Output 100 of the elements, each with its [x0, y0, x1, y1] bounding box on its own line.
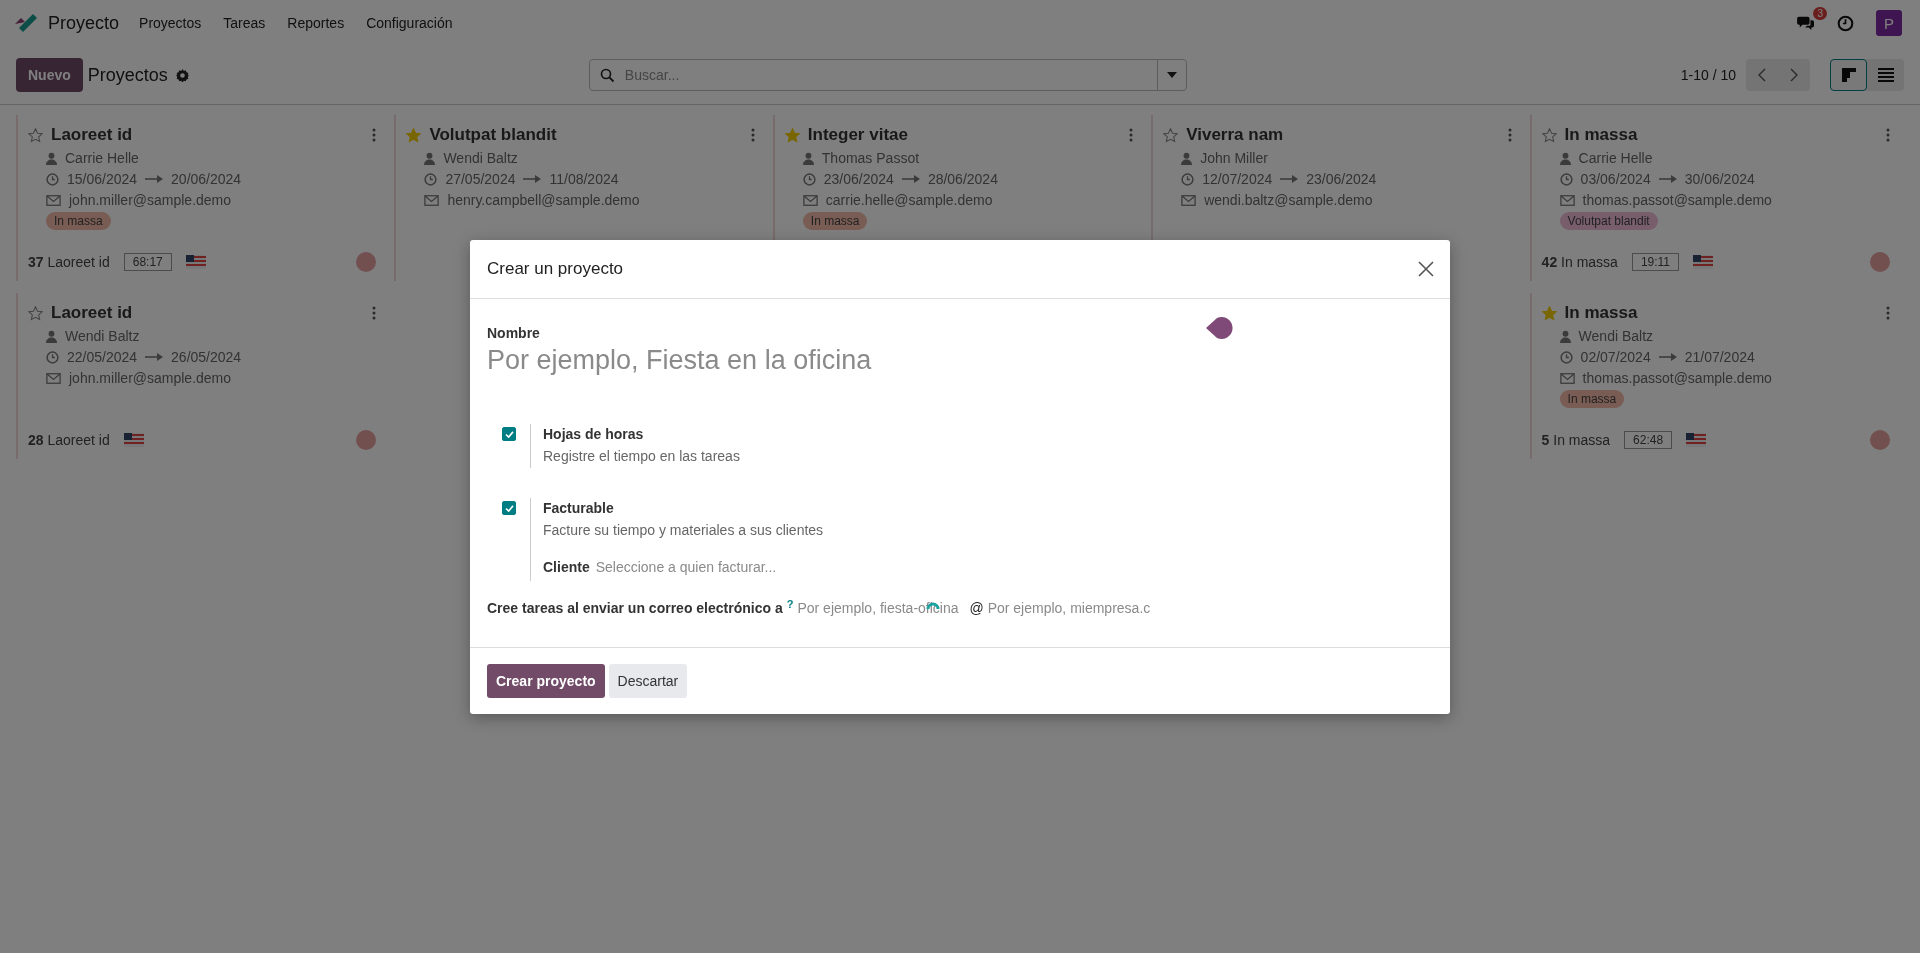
user-avatar[interactable]: P	[1876, 10, 1902, 36]
close-icon[interactable]	[1418, 261, 1434, 277]
filled-star-icon[interactable]	[406, 127, 422, 143]
tag: In massa	[1559, 390, 1625, 408]
start-date: 27/05/2024	[445, 171, 516, 187]
end-date: 20/06/2024	[171, 171, 242, 187]
project-title[interactable]: Integer vitae	[807, 125, 908, 145]
envelope-icon	[802, 194, 818, 206]
start-date: 22/05/2024	[67, 349, 138, 365]
gear-icon[interactable]	[175, 68, 189, 82]
page-title[interactable]: Proyectos	[87, 64, 168, 86]
flag-icon	[1693, 255, 1713, 269]
checkbox[interactable]	[502, 427, 516, 441]
end-date: 28/06/2024	[927, 171, 998, 187]
message-count-badge: 3	[1813, 7, 1827, 20]
star-icon[interactable]	[28, 127, 43, 143]
customer-name: Carrie Helle	[65, 150, 139, 166]
kanban-icon	[1840, 67, 1857, 83]
option-label: Hojas de horas	[543, 426, 645, 442]
kebab-menu-icon[interactable]	[750, 128, 755, 142]
kanban-view-button[interactable]	[1830, 59, 1867, 91]
kebab-menu-icon[interactable]	[372, 306, 377, 320]
customer-name: Wendi Baltz	[1578, 328, 1654, 344]
at-sign: @	[969, 600, 984, 616]
customer-name: Carrie Helle	[1578, 150, 1653, 166]
new-button[interactable]: Nuevo	[16, 58, 83, 92]
clock-icon	[424, 172, 438, 186]
star-icon[interactable]	[1541, 127, 1557, 143]
star-icon[interactable]	[1163, 127, 1179, 143]
arc-icon	[926, 600, 941, 609]
menu-item[interactable]: Reportes	[287, 15, 345, 31]
task-count-label[interactable]: 42 In massa	[1541, 254, 1618, 270]
email-address: john.miller@sample.demo	[69, 370, 232, 386]
chat-icon[interactable]	[1797, 15, 1815, 31]
kebab-menu-icon[interactable]	[1886, 128, 1890, 142]
menu-item[interactable]: Configuración	[366, 15, 453, 31]
discard-button[interactable]: Descartar	[608, 664, 688, 698]
field-label: Cree tareas al enviar un correo electrónico a	[487, 600, 783, 616]
email-address: thomas.passot@sample.demo	[1582, 370, 1772, 386]
menu-item[interactable]: Tareas	[223, 15, 266, 31]
start-date: 15/06/2024	[67, 171, 138, 187]
filled-star-icon[interactable]	[784, 127, 800, 143]
search-bar[interactable]: Buscar...	[588, 59, 1187, 91]
task-count-label[interactable]: 5 In massa	[1541, 432, 1611, 448]
project-title[interactable]: In massa	[1564, 303, 1638, 323]
end-date: 26/05/2024	[171, 349, 242, 365]
flag-icon	[185, 255, 206, 269]
person-icon	[46, 329, 57, 343]
task-count-label[interactable]: 37 Laoreet id	[28, 254, 110, 270]
time-badge: 62:48	[1624, 431, 1673, 449]
list-icon	[1877, 68, 1894, 82]
pager-value[interactable]: 1-10 / 10	[1680, 67, 1736, 83]
customer-name: Thomas Passot	[821, 150, 920, 166]
customer-name: John Miller	[1200, 150, 1268, 166]
filled-star-icon[interactable]	[1541, 305, 1557, 321]
person-icon	[46, 151, 57, 165]
checkbox[interactable]	[502, 501, 516, 515]
menu-item[interactable]: Proyectos	[139, 15, 202, 31]
end-date: 30/06/2024	[1684, 171, 1755, 187]
clock-icon	[46, 172, 59, 186]
clock-icon	[1559, 172, 1573, 186]
project-title[interactable]: Laoreet id	[51, 125, 133, 145]
project-title[interactable]: Volutpat blandit	[429, 125, 557, 145]
kebab-menu-icon[interactable]	[372, 128, 377, 142]
tag: Volutpat blandit	[1559, 212, 1658, 230]
tag: In massa	[46, 212, 111, 230]
end-date: 11/08/2024	[549, 171, 619, 187]
flag-icon	[1686, 433, 1707, 447]
clock-icon[interactable]	[1837, 14, 1854, 32]
kebab-menu-icon[interactable]	[1886, 306, 1890, 320]
email-address: thomas.passot@sample.demo	[1582, 192, 1772, 208]
kebab-menu-icon[interactable]	[1129, 128, 1134, 142]
help-tooltip[interactable]: ?	[786, 598, 794, 610]
project-title[interactable]: Viverra nam	[1186, 125, 1284, 145]
clock-icon	[1559, 350, 1573, 364]
kebab-menu-icon[interactable]	[1507, 128, 1512, 142]
star-icon[interactable]	[28, 305, 43, 321]
arrow-right-icon	[1658, 353, 1677, 361]
create-button[interactable]: Crear proyecto	[487, 664, 605, 698]
avatar-icon	[356, 430, 377, 450]
app-name[interactable]: Proyecto	[48, 12, 120, 34]
project-title[interactable]: Laoreet id	[51, 303, 133, 323]
field-label: Nombre	[487, 325, 540, 341]
email-address: wendi.baltz@sample.demo	[1204, 192, 1373, 208]
avatar-icon	[1870, 430, 1890, 450]
flag-icon	[123, 433, 144, 447]
clock-icon	[46, 350, 59, 364]
task-count-label[interactable]: 28 Laoreet id	[28, 432, 110, 448]
option-label: Facturable	[543, 500, 615, 516]
email-address: henry.campbell@sample.demo	[447, 192, 640, 208]
project-title[interactable]: In massa	[1564, 125, 1638, 145]
person-icon	[1559, 329, 1571, 343]
customer-name: Wendi Baltz	[443, 150, 518, 166]
checkmark-logo-icon[interactable]	[14, 13, 38, 33]
arrow-right-icon	[145, 353, 164, 361]
search-icon	[599, 67, 615, 83]
option-description: Facture su tiempo y materiales a sus clientes	[543, 522, 825, 538]
customer-name: Wendi Baltz	[65, 328, 140, 344]
envelope-icon	[424, 194, 440, 206]
chevron-left-icon	[1758, 68, 1766, 82]
